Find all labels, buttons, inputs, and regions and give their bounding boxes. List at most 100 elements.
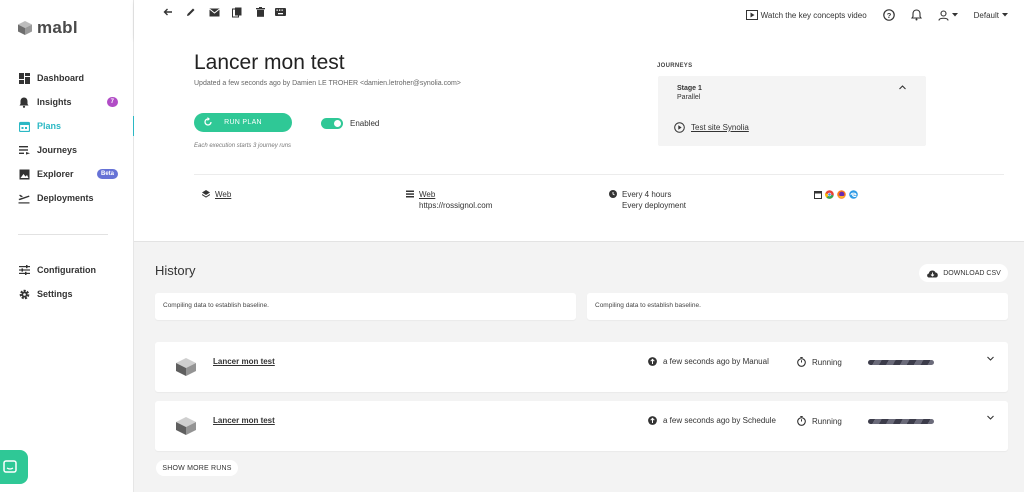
execution-note: Each execution starts 3 journey runs — [194, 143, 292, 149]
schedule-interval: Every 4 hours — [622, 190, 672, 199]
application-info: Web https://rossignol.com — [406, 190, 492, 210]
trash-icon[interactable] — [254, 6, 266, 18]
sliders-icon — [18, 264, 30, 276]
edit-pencil-icon[interactable] — [185, 6, 197, 18]
caret-down-icon — [1002, 13, 1008, 17]
sidebar-item-explorer[interactable]: Explorer Beta — [0, 162, 134, 186]
email-icon[interactable] — [208, 6, 220, 18]
enabled-label: Enabled — [350, 119, 380, 128]
user-menu[interactable] — [938, 9, 958, 21]
sidebar-item-settings[interactable]: Settings — [0, 282, 134, 306]
calendar-icon — [18, 120, 30, 132]
sidebar-item-configuration[interactable]: Configuration — [0, 258, 134, 282]
run-trigger-info: a few seconds ago by Schedule — [648, 416, 776, 425]
topbar-actions: Watch the key concepts video ? Default — [745, 9, 1008, 21]
stopwatch-icon — [797, 416, 806, 426]
journey-link[interactable]: Test site Synolia — [674, 122, 749, 133]
user-icon — [938, 9, 949, 21]
schedule-trigger: Every deployment — [622, 201, 687, 210]
journeys-header: JOURNEYS — [657, 63, 693, 69]
run-progress-bar — [868, 360, 934, 365]
layers-icon — [202, 190, 210, 198]
firefox-icon — [837, 190, 846, 199]
run-plan-label: RUN PLAN — [224, 119, 262, 126]
sidebar: mabl Dashboard Insights 7 Plans Journeys… — [0, 0, 135, 492]
stage-mode: Parallel — [677, 94, 701, 101]
chevron-up-icon[interactable] — [899, 85, 906, 90]
beta-badge: Beta — [96, 169, 118, 179]
run-name-link[interactable]: Lancer mon test — [213, 416, 275, 425]
run-progress-bar — [868, 419, 934, 424]
svg-text:?: ? — [886, 11, 891, 20]
application-url: https://rossignol.com — [419, 201, 493, 210]
run-plan-button[interactable]: RUN PLAN — [194, 113, 292, 132]
help-icon[interactable]: ? — [882, 9, 895, 21]
logo-text: mabl — [37, 18, 78, 37]
main-nav: Dashboard Insights 7 Plans Journeys Expl… — [0, 66, 135, 210]
download-csv-label: DOWNLOAD CSV — [943, 269, 1001, 277]
keyboard-icon[interactable] — [274, 6, 286, 18]
refresh-icon — [204, 117, 212, 126]
chevron-down-icon[interactable] — [987, 356, 994, 361]
copy-icon[interactable] — [231, 6, 243, 18]
sidebar-item-dashboard[interactable]: Dashboard — [0, 66, 134, 90]
cloud-download-icon — [927, 270, 939, 277]
history-title: History — [155, 263, 196, 278]
mabl-cube-icon — [18, 21, 32, 35]
browser-window-icon — [814, 190, 822, 199]
sidebar-item-label: Explorer — [37, 169, 74, 179]
top-toolbar: Watch the key concepts video ? Default — [134, 0, 1024, 38]
divider — [194, 174, 1004, 175]
edge-icon — [849, 190, 858, 199]
run-trigger-text: a few seconds ago by Schedule — [663, 416, 776, 425]
dashboard-icon — [18, 72, 30, 84]
download-csv-button[interactable]: DOWNLOAD CSV — [919, 264, 1008, 282]
sidebar-item-insights[interactable]: Insights 7 — [0, 90, 134, 114]
sidebar-item-label: Deployments — [37, 193, 94, 203]
sidebar-divider — [18, 234, 108, 235]
chat-launcher-button[interactable] — [0, 450, 28, 484]
logo[interactable]: mabl — [17, 18, 78, 38]
journeys-panel: Stage 1 Parallel Test site Synolia — [658, 76, 926, 146]
chat-icon — [3, 460, 17, 473]
secondary-nav: Configuration Settings — [0, 258, 134, 306]
updated-info: Updated a few seconds ago by Damien LE T… — [194, 80, 461, 87]
caret-down-icon — [951, 13, 958, 17]
play-circle-icon — [674, 122, 685, 133]
gear-icon — [18, 288, 30, 300]
run-cube-icon — [176, 358, 196, 376]
run-cube-icon — [176, 417, 196, 435]
baseline-card: Compiling data to establish baseline. — [155, 293, 576, 320]
sidebar-item-deployments[interactable]: Deployments — [0, 186, 134, 210]
video-play-icon — [745, 10, 758, 20]
run-row[interactable]: Lancer mon test a few seconds ago by Sch… — [155, 401, 1008, 451]
watch-video-label: Watch the key concepts video — [760, 10, 867, 20]
image-icon — [18, 168, 30, 180]
sidebar-item-label: Journeys — [37, 145, 78, 155]
sidebar-item-journeys[interactable]: Journeys — [0, 138, 134, 162]
list-icon — [18, 144, 30, 156]
notifications-bell-icon[interactable] — [910, 9, 922, 21]
bell-icon — [18, 96, 30, 108]
watch-video-link[interactable]: Watch the key concepts video — [745, 10, 867, 20]
sidebar-item-label: Settings — [37, 289, 73, 299]
application-link[interactable]: Web — [419, 190, 492, 199]
journey-name: Test site Synolia — [691, 123, 749, 132]
run-name-link[interactable]: Lancer mon test — [213, 357, 275, 366]
application-list-icon — [406, 190, 414, 198]
back-arrow-icon[interactable] — [162, 6, 174, 18]
sidebar-item-label: Configuration — [37, 265, 96, 275]
show-more-runs-button[interactable]: SHOW MORE RUNS — [156, 460, 238, 476]
run-status: Running — [797, 416, 842, 426]
baseline-message: Compiling data to establish baseline. — [163, 302, 269, 309]
stage-title: Stage 1 — [677, 85, 702, 92]
run-row[interactable]: Lancer mon test a few seconds ago by Man… — [155, 342, 1008, 392]
sidebar-item-plans[interactable]: Plans — [0, 114, 135, 138]
environment-link[interactable]: Web — [215, 190, 231, 199]
workspace-selector[interactable]: Default — [974, 11, 1008, 20]
page-title: Lancer mon test — [194, 51, 345, 74]
enabled-toggle[interactable] — [321, 118, 343, 129]
plan-details: Lancer mon test Updated a few seconds ag… — [134, 38, 1024, 242]
sidebar-item-label: Dashboard — [37, 73, 85, 83]
chevron-down-icon[interactable] — [987, 415, 994, 420]
